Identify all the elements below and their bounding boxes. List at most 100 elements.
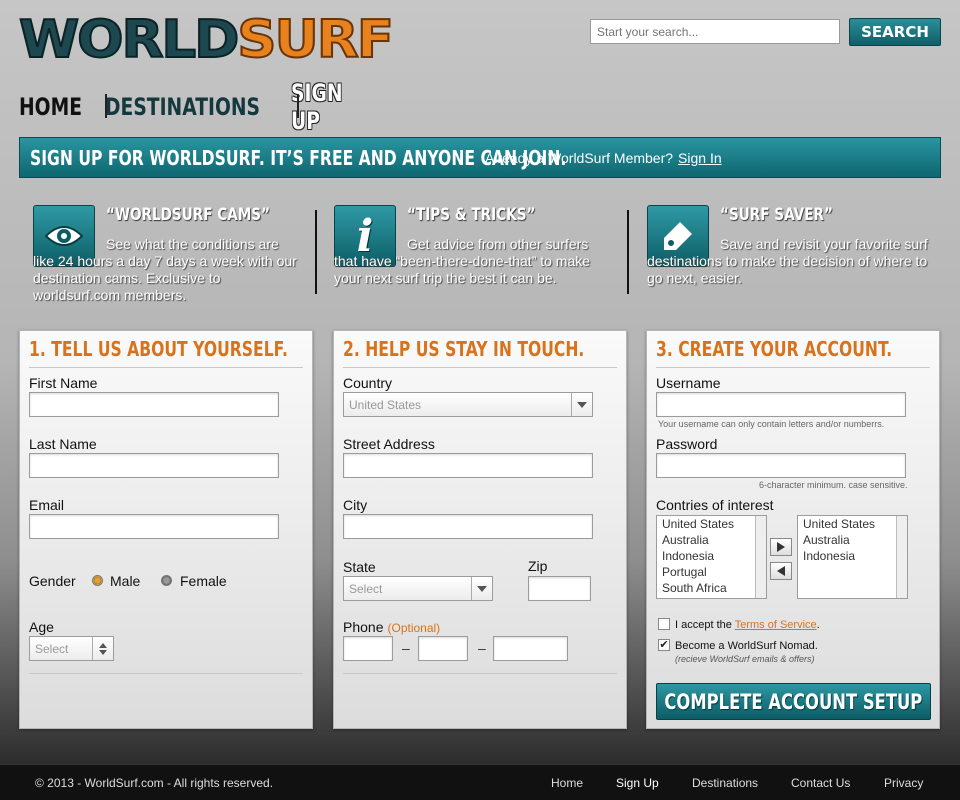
logo-world: WORLD: [18, 10, 240, 70]
search-button[interactable]: SEARCH: [849, 18, 941, 46]
remove-country-button[interactable]: [770, 562, 792, 580]
first-name-field[interactable]: [29, 392, 279, 417]
panel-create-account: 3. CREATE YOUR ACCOUNT. Username Your us…: [646, 330, 940, 729]
accept-period: .: [816, 619, 820, 631]
panel-stay-in-touch: 2. HELP US STAY IN TOUCH. Country United…: [333, 330, 627, 729]
email-field[interactable]: [29, 514, 279, 539]
username-label: Username: [656, 375, 721, 391]
panel-title: 2. HELP US STAY IN TOUCH.: [343, 337, 585, 361]
panel-title: 1. TELL US ABOUT YOURSELF.: [29, 337, 288, 361]
phone-label-text: Phone: [343, 619, 384, 635]
accept-tos-checkbox[interactable]: [658, 618, 670, 630]
complete-account-setup-button[interactable]: COMPLETE ACCOUNT SETUP: [656, 683, 931, 720]
scrollbar[interactable]: [896, 516, 907, 598]
nomad-note: (recieve WorldSurf emails & offers): [675, 654, 815, 664]
logo-surf: SURF: [236, 10, 395, 70]
state-label: State: [343, 559, 376, 575]
last-name-label: Last Name: [29, 436, 97, 452]
nomad-checkbox[interactable]: ✔: [658, 639, 670, 651]
footer-link-privacy[interactable]: Privacy: [884, 776, 923, 790]
countries-label: Contries of interest: [656, 497, 774, 513]
complete-button-label: COMPLETE ACCOUNT SETUP: [664, 689, 923, 714]
feature-tips: i “TIPS & TRICKS” Get advice from other …: [334, 205, 614, 305]
gender-female-label: Female: [180, 573, 227, 589]
age-label: Age: [29, 619, 54, 635]
list-item[interactable]: South Africa: [657, 580, 766, 596]
first-name-label: First Name: [29, 375, 98, 391]
feature-desc: Get advice from other surfers that have …: [334, 236, 591, 286]
street-label: Street Address: [343, 436, 435, 452]
gender-female-radio[interactable]: [161, 575, 172, 586]
phone-line-field[interactable]: [493, 636, 568, 661]
list-item[interactable]: Indonesia: [657, 548, 766, 564]
arrow-left-icon: [777, 566, 785, 576]
nomad-label: Become a WorldSurf Nomad.: [675, 640, 818, 652]
list-item[interactable]: Australia: [657, 532, 766, 548]
nav-signup[interactable]: SIGN UP: [291, 79, 369, 135]
arrow-right-icon: [777, 542, 785, 552]
phone-dash: –: [478, 640, 486, 656]
age-select[interactable]: Select: [29, 636, 114, 661]
sign-in-link[interactable]: Sign In: [678, 150, 722, 166]
username-field[interactable]: [656, 392, 906, 417]
list-item[interactable]: Indonesia: [798, 548, 907, 564]
gender-male-radio[interactable]: [92, 575, 103, 586]
city-field[interactable]: [343, 514, 593, 539]
phone-label: Phone (Optional): [343, 619, 440, 635]
footer-link-signup[interactable]: Sign Up: [616, 776, 659, 790]
gender-male-label: Male: [110, 573, 141, 589]
phone-prefix-field[interactable]: [418, 636, 468, 661]
state-select-value: Select: [349, 582, 383, 596]
state-select[interactable]: Select: [343, 576, 493, 601]
feature-divider: [315, 210, 317, 294]
footer: © 2013 - WorldSurf.com - All rights rese…: [0, 764, 960, 800]
optional-note: (Optional): [387, 621, 441, 635]
chevron-down-icon: [471, 577, 492, 600]
selected-countries-list[interactable]: United States Australia Indonesia: [797, 515, 908, 599]
divider: [343, 673, 617, 674]
country-label: Country: [343, 375, 393, 391]
phone-dash: –: [402, 640, 410, 656]
footer-link-destinations[interactable]: Destinations: [692, 776, 758, 790]
available-countries-list[interactable]: United States Australia Indonesia Portug…: [656, 515, 767, 599]
feature-divider: [627, 210, 629, 294]
phone-area-field[interactable]: [343, 636, 393, 661]
password-label: Password: [656, 436, 718, 452]
list-item[interactable]: Australia: [798, 532, 907, 548]
divider: [656, 367, 930, 368]
nav-home[interactable]: HOME: [19, 93, 86, 121]
password-field[interactable]: [656, 453, 906, 478]
gender-label: Gender: [29, 573, 76, 589]
age-select-value: Select: [35, 642, 69, 656]
feature-cams: “WORLDSURF CAMS” See what the conditions…: [33, 205, 301, 305]
main-nav: HOME DESTINATIONS SIGN UP: [19, 79, 391, 135]
list-item[interactable]: United States: [798, 516, 907, 532]
search-input[interactable]: [590, 19, 840, 44]
terms-of-service-link[interactable]: Terms of Service: [735, 619, 817, 631]
checkmark-icon: ✔: [659, 639, 669, 651]
accept-text: I accept the: [675, 619, 732, 631]
country-select[interactable]: United States: [343, 392, 593, 417]
feature-saver: “SURF SAVER” Save and revisit your favor…: [647, 205, 932, 305]
zip-label: Zip: [528, 558, 548, 574]
zip-field[interactable]: [528, 576, 591, 601]
divider: [29, 673, 303, 674]
scrollbar[interactable]: [755, 516, 766, 598]
feature-desc: Save and revisit your favorite surf dest…: [647, 236, 928, 286]
panel-title: 3. CREATE YOUR ACCOUNT.: [656, 337, 893, 361]
nav-destinations[interactable]: DESTINATIONS: [105, 93, 260, 121]
worldsurf-logo[interactable]: WORLDSURF: [18, 13, 395, 67]
last-name-field[interactable]: [29, 453, 279, 478]
banner-title: SIGN UP FOR WORLDSURF. IT’S FREE AND ANY…: [30, 145, 567, 170]
divider: [343, 367, 617, 368]
street-field[interactable]: [343, 453, 593, 478]
password-hint: 6-character minimum. case sensitive.: [759, 480, 908, 490]
footer-link-home[interactable]: Home: [551, 776, 583, 790]
list-item[interactable]: United States: [657, 516, 766, 532]
country-select-value: United States: [349, 398, 422, 412]
footer-link-contact[interactable]: Contact Us: [791, 776, 850, 790]
list-item[interactable]: Portugal: [657, 564, 766, 580]
add-country-button[interactable]: [770, 538, 792, 556]
feature-title: “WORLDSURF CAMS”: [106, 205, 271, 225]
feature-desc: See what the conditions are like 24 hour…: [33, 236, 297, 303]
